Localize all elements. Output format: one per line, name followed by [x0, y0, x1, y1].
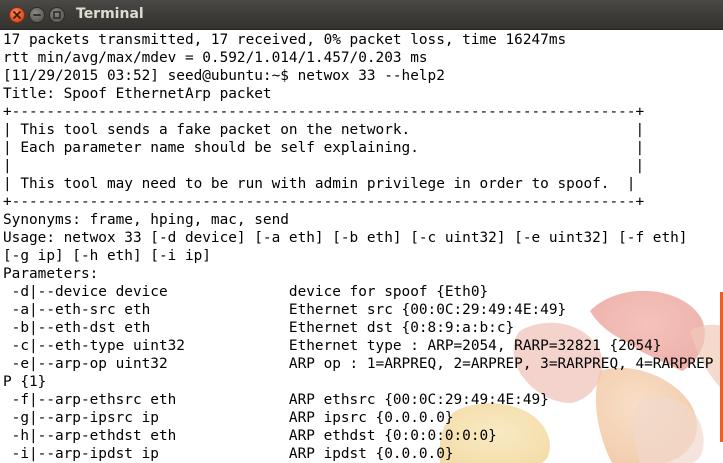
terminal-line: +---------------------------------------… — [3, 194, 645, 210]
terminal-line: -h|--arp-ethdst eth ARP ethdst {0:0:0:0:… — [3, 428, 497, 444]
terminal-line: | This tool sends a fake packet on the n… — [3, 122, 645, 138]
terminal-line: +---------------------------------------… — [3, 104, 645, 120]
terminal-line: -c|--eth-type uint32 Ethernet type : ARP… — [3, 338, 662, 354]
terminal-line: -d|--device device device for spoof {Eth… — [3, 284, 489, 300]
terminal-line: 17 packets transmitted, 17 received, 0% … — [3, 32, 567, 48]
terminal-line: [11/29/2015 03:52] seed@ubuntu:~$ netwox… — [3, 68, 445, 84]
terminal-output: 17 packets transmitted, 17 received, 0% … — [3, 31, 713, 463]
title-bar[interactable]: Terminal — [0, 0, 723, 30]
terminal-line: Title: Spoof EthernetArp packet — [3, 86, 272, 102]
terminal-line: [-g ip] [-h eth] [-i ip] — [3, 248, 211, 264]
terminal-line: P {1} — [3, 374, 47, 390]
terminal-line: | This tool may need to be run with admi… — [3, 176, 636, 192]
terminal-line: -b|--eth-dst eth Ethernet dst {0:8:9:a:b… — [3, 320, 515, 336]
minimize-button[interactable] — [29, 7, 45, 23]
terminal-line: | Each parameter name should be self exp… — [3, 140, 645, 156]
terminal-line: Usage: netwox 33 [-d device] [-a eth] [-… — [3, 230, 688, 246]
terminal-line: rtt min/avg/max/mdev = 0.592/1.014/1.457… — [3, 50, 428, 66]
terminal-line: -e|--arp-op uint32 ARP op : 1=ARPREQ, 2=… — [3, 356, 714, 372]
maximize-icon — [53, 11, 61, 19]
close-button[interactable] — [9, 7, 25, 23]
close-icon — [13, 11, 21, 19]
terminal-window: Terminal 17 packets transmitted, 17 rece… — [0, 0, 723, 463]
minimize-icon — [33, 14, 41, 16]
terminal-line: -a|--eth-src eth Ethernet src {00:0C:29:… — [3, 302, 567, 318]
window-title: Terminal — [76, 6, 144, 22]
terminal-line: Synonyms: frame, hping, mac, send — [3, 212, 289, 228]
terminal-line: -f|--arp-ethsrc eth ARP ethsrc {00:0C:29… — [3, 392, 549, 408]
maximize-button[interactable] — [49, 7, 65, 23]
terminal-line: Parameters: — [3, 266, 99, 282]
terminal-line: | | — [3, 158, 645, 174]
terminal-line: -g|--arp-ipsrc ip ARP ipsrc {0.0.0.0} — [3, 410, 454, 426]
terminal-line: -i|--arp-ipdst ip ARP ipdst {0.0.0.0} — [3, 446, 454, 462]
terminal-area[interactable]: 17 packets transmitted, 17 received, 0% … — [0, 31, 723, 463]
